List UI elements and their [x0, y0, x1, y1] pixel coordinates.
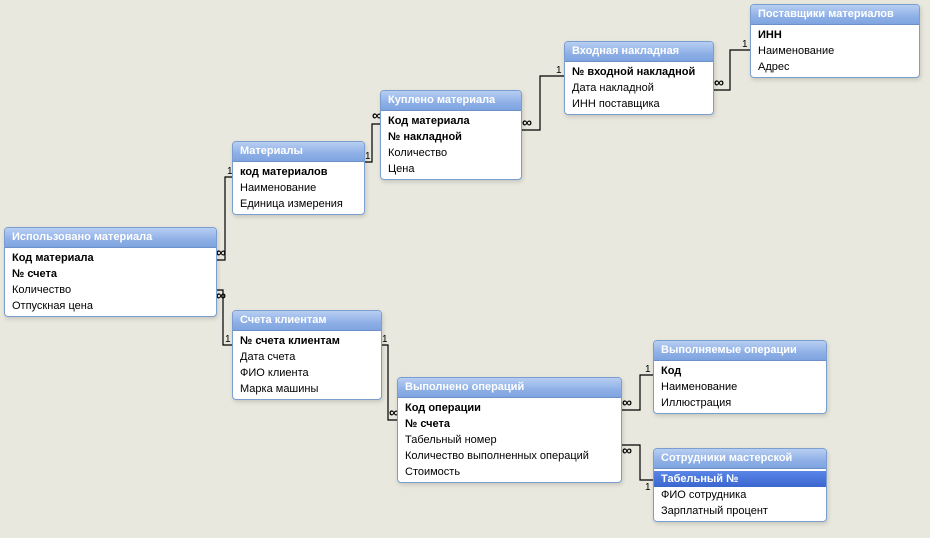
field[interactable]: код материалов: [233, 164, 364, 180]
field[interactable]: Дата счета: [233, 349, 381, 365]
table-title: Сотрудники мастерской: [654, 449, 826, 469]
field[interactable]: Наименование: [751, 43, 919, 59]
field[interactable]: № накладной: [381, 129, 521, 145]
field[interactable]: № входной накладной: [565, 64, 713, 80]
svg-text:1: 1: [382, 334, 388, 345]
field[interactable]: Иллюстрация: [654, 395, 826, 411]
field[interactable]: ФИО клиента: [233, 365, 381, 381]
svg-text:1: 1: [556, 65, 562, 76]
table-in-invoice[interactable]: Входная накладная № входной накладной Да…: [564, 41, 714, 115]
field[interactable]: Стоимость: [398, 464, 621, 480]
field[interactable]: Код: [654, 363, 826, 379]
field[interactable]: ФИО сотрудника: [654, 487, 826, 503]
table-title: Поставщики материалов: [751, 5, 919, 25]
svg-text:∞: ∞: [216, 244, 226, 260]
field[interactable]: Дата накладной: [565, 80, 713, 96]
svg-text:∞: ∞: [622, 394, 632, 410]
table-title: Материалы: [233, 142, 364, 162]
field-selected[interactable]: Табельный №: [654, 471, 826, 487]
field[interactable]: № счета клиентам: [233, 333, 381, 349]
table-used-material[interactable]: Использовано материала Код материала № с…: [4, 227, 217, 317]
field[interactable]: Адрес: [751, 59, 919, 75]
field[interactable]: ИНН поставщика: [565, 96, 713, 112]
table-ops-exec[interactable]: Выполняемые операции Код Наименование Ил…: [653, 340, 827, 414]
table-bought-material[interactable]: Куплено материала Код материала № наклад…: [380, 90, 522, 180]
field[interactable]: № счета: [5, 266, 216, 282]
svg-text:∞: ∞: [714, 74, 724, 90]
field[interactable]: Зарплатный процент: [654, 503, 826, 519]
field[interactable]: Количество: [381, 145, 521, 161]
field[interactable]: Марка машины: [233, 381, 381, 397]
field[interactable]: Наименование: [233, 180, 364, 196]
svg-text:∞: ∞: [622, 442, 632, 458]
field[interactable]: № счета: [398, 416, 621, 432]
table-materials[interactable]: Материалы код материалов Наименование Ед…: [232, 141, 365, 215]
table-suppliers[interactable]: Поставщики материалов ИНН Наименование А…: [750, 4, 920, 78]
field[interactable]: ИНН: [751, 27, 919, 43]
field[interactable]: Наименование: [654, 379, 826, 395]
svg-text:1: 1: [645, 482, 651, 493]
field[interactable]: Код материала: [381, 113, 521, 129]
field[interactable]: Код операции: [398, 400, 621, 416]
table-title: Использовано материала: [5, 228, 216, 248]
field[interactable]: Отпускная цена: [5, 298, 216, 314]
table-title: Выполнено операций: [398, 378, 621, 398]
field[interactable]: Код материала: [5, 250, 216, 266]
svg-text:∞: ∞: [216, 287, 226, 303]
svg-text:1: 1: [742, 39, 748, 50]
field[interactable]: Единица измерения: [233, 196, 364, 212]
table-title: Куплено материала: [381, 91, 521, 111]
table-title: Выполняемые операции: [654, 341, 826, 361]
field[interactable]: Цена: [381, 161, 521, 177]
svg-text:1: 1: [645, 364, 651, 375]
field[interactable]: Табельный номер: [398, 432, 621, 448]
svg-text:1: 1: [365, 151, 371, 162]
er-canvas: 1 ∞ 1 ∞ ∞ 1 ∞ 1 1 ∞ 1 ∞ 1 ∞ 1 ∞ Использо…: [0, 0, 930, 538]
field[interactable]: Количество: [5, 282, 216, 298]
svg-text:1: 1: [225, 334, 231, 345]
table-staff[interactable]: Сотрудники мастерской Табельный № ФИО со…: [653, 448, 827, 522]
field[interactable]: Количество выполненных операций: [398, 448, 621, 464]
svg-text:∞: ∞: [522, 114, 532, 130]
table-title: Входная накладная: [565, 42, 713, 62]
table-title: Счета клиентам: [233, 311, 381, 331]
table-done-ops[interactable]: Выполнено операций Код операции № счета …: [397, 377, 622, 483]
table-client-bills[interactable]: Счета клиентам № счета клиентам Дата сче…: [232, 310, 382, 400]
